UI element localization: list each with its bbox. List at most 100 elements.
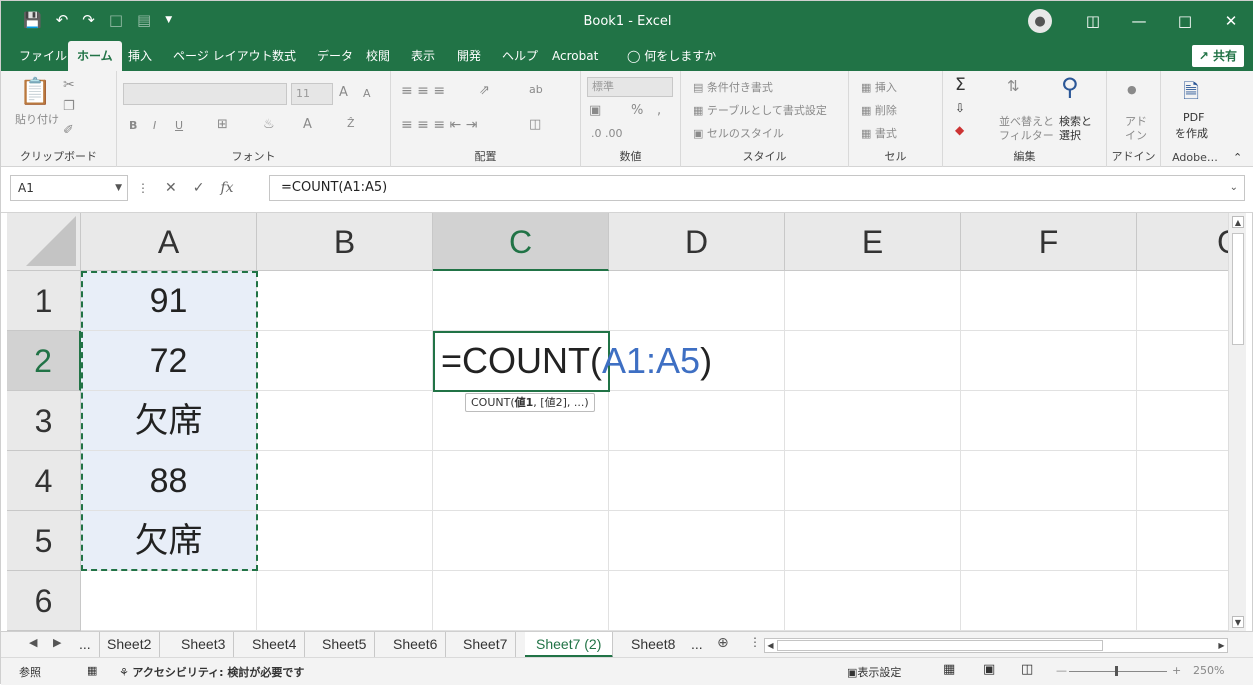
- enter-icon[interactable]: ✓: [193, 180, 205, 196]
- cell-c4[interactable]: [433, 451, 609, 511]
- phonetic-icon[interactable]: Ẑ: [347, 117, 355, 130]
- cell-f1[interactable]: [961, 271, 1137, 331]
- cell-e6[interactable]: [785, 571, 961, 631]
- cell-g6[interactable]: [1137, 571, 1228, 631]
- tab-help[interactable]: ヘルプ: [498, 41, 542, 71]
- zoom-level[interactable]: 250%: [1193, 664, 1224, 677]
- tab-developer[interactable]: 開発: [453, 41, 485, 71]
- cell-e3[interactable]: [785, 391, 961, 451]
- cell-b6[interactable]: [257, 571, 433, 631]
- add-sheet-icon[interactable]: ⊕: [717, 635, 729, 651]
- sheet-tab-sheet4[interactable]: Sheet4: [244, 632, 306, 658]
- row-header-6[interactable]: 6: [7, 571, 81, 631]
- horizontal-scroll-thumb[interactable]: [777, 640, 1103, 651]
- prev-sheet-icon[interactable]: ◀: [29, 636, 37, 649]
- font-name-box[interactable]: [123, 83, 287, 105]
- column-header-f[interactable]: F: [961, 213, 1137, 271]
- fill-color-icon[interactable]: ♨: [263, 117, 275, 132]
- cell-a4[interactable]: 88: [81, 451, 257, 511]
- tab-splitter-icon[interactable]: ⋮: [749, 635, 761, 649]
- font-size-box[interactable]: 11: [291, 83, 333, 105]
- collapse-ribbon-icon[interactable]: ⌃: [1233, 151, 1242, 164]
- paste-label[interactable]: 貼り付け: [15, 111, 59, 127]
- align-top-icon[interactable]: ≡ ≡ ≡: [401, 83, 445, 99]
- conditional-format-button[interactable]: ▤ 条件付き書式: [693, 79, 773, 95]
- tab-page-layout[interactable]: ページ レイアウト: [169, 41, 277, 71]
- tell-me-search[interactable]: ◯ 何をしますか: [623, 41, 720, 71]
- insert-function-icon[interactable]: fx: [220, 180, 233, 196]
- cell-f4[interactable]: [961, 451, 1137, 511]
- vertical-scrollbar[interactable]: ▲ ▼: [1228, 213, 1246, 631]
- sheet-tab-sheet7[interactable]: Sheet7: [455, 632, 517, 658]
- format-painter-icon[interactable]: ✐: [63, 123, 74, 138]
- sheet-tab-sheet5[interactable]: Sheet5: [314, 632, 376, 658]
- cell-g5[interactable]: [1137, 511, 1228, 571]
- page-break-view-icon[interactable]: ◫: [1021, 662, 1033, 677]
- wrap-text-icon[interactable]: ab: [529, 83, 543, 96]
- cell-d1[interactable]: [609, 271, 785, 331]
- scroll-left-icon[interactable]: ◀: [765, 639, 776, 652]
- sheet-tab-sheet7-2[interactable]: Sheet7 (2): [525, 632, 614, 658]
- cell-e4[interactable]: [785, 451, 961, 511]
- sheet-tab-more-left[interactable]: ...: [71, 632, 100, 658]
- zoom-slider[interactable]: [1069, 671, 1167, 672]
- cell-d6[interactable]: [609, 571, 785, 631]
- next-sheet-icon[interactable]: ▶: [53, 636, 61, 649]
- cell-f6[interactable]: [961, 571, 1137, 631]
- display-settings-button[interactable]: ▣表示設定: [847, 664, 901, 680]
- cell-d5[interactable]: [609, 511, 785, 571]
- zoom-in-icon[interactable]: +: [1172, 664, 1181, 677]
- cell-e5[interactable]: [785, 511, 961, 571]
- paste-icon[interactable]: 📋: [19, 77, 51, 107]
- create-pdf-icon[interactable]: 🗎: [1183, 77, 1199, 111]
- chevron-down-icon[interactable]: ▼: [115, 176, 122, 200]
- maximize-icon[interactable]: □: [1162, 12, 1208, 30]
- clear-icon[interactable]: ◆: [955, 123, 964, 137]
- create-pdf-label[interactable]: を作成: [1175, 125, 1208, 141]
- italic-icon[interactable]: I: [153, 119, 156, 132]
- cell-c1[interactable]: [433, 271, 609, 331]
- bold-icon[interactable]: B: [129, 119, 137, 132]
- normal-view-icon[interactable]: ▦: [943, 662, 955, 677]
- cell-f3[interactable]: [961, 391, 1137, 451]
- accessibility-button[interactable]: ⚘ アクセシビリティ: 検討が必要です: [119, 664, 304, 680]
- orientation-icon[interactable]: ⇗: [479, 83, 490, 98]
- zoom-slider-thumb[interactable]: [1115, 666, 1118, 676]
- currency-icon[interactable]: ▣: [589, 103, 601, 118]
- row-header-3[interactable]: 3: [7, 391, 81, 451]
- vertical-scroll-thumb[interactable]: [1232, 233, 1244, 345]
- percent-icon[interactable]: %: [631, 103, 643, 118]
- cell-b1[interactable]: [257, 271, 433, 331]
- row-header-5[interactable]: 5: [7, 511, 81, 571]
- comma-icon[interactable]: ,: [657, 103, 661, 118]
- font-color-icon[interactable]: A: [303, 117, 312, 132]
- select-all-button[interactable]: [7, 213, 81, 271]
- tab-review[interactable]: 校閲: [362, 41, 394, 71]
- cell-c2-editor[interactable]: =COUNT(A1:A5): [433, 331, 712, 392]
- sheet-tab-sheet8[interactable]: Sheet8: [623, 632, 683, 658]
- cell-e1[interactable]: [785, 271, 961, 331]
- close-icon[interactable]: ✕: [1208, 12, 1253, 30]
- cell-c6[interactable]: [433, 571, 609, 631]
- zoom-out-icon[interactable]: —: [1056, 664, 1067, 677]
- increase-font-icon[interactable]: A: [339, 85, 348, 100]
- cell-g1[interactable]: [1137, 271, 1228, 331]
- row-header-1[interactable]: 1: [7, 271, 81, 331]
- format-as-table-button[interactable]: ▦ テーブルとして書式設定: [693, 102, 827, 118]
- column-header-d[interactable]: D: [609, 213, 785, 271]
- ribbon-display-icon[interactable]: ◫: [1070, 12, 1116, 30]
- cell-b4[interactable]: [257, 451, 433, 511]
- sheet-tab-sheet3[interactable]: Sheet3: [173, 632, 235, 658]
- tab-file[interactable]: ファイル: [15, 41, 71, 71]
- autosum-icon[interactable]: Σ: [955, 75, 966, 95]
- cell-c5[interactable]: [433, 511, 609, 571]
- underline-icon[interactable]: U: [175, 119, 183, 132]
- scroll-right-icon[interactable]: ▶: [1216, 639, 1227, 652]
- cell-a1[interactable]: 91: [81, 271, 257, 331]
- horizontal-scrollbar[interactable]: ◀ ▶: [764, 638, 1228, 653]
- cell-a2[interactable]: 72: [81, 331, 257, 391]
- number-format-box[interactable]: 標準: [587, 77, 673, 97]
- tab-formulas[interactable]: 数式: [268, 41, 300, 71]
- cell-d3[interactable]: [609, 391, 785, 451]
- scroll-up-icon[interactable]: ▲: [1232, 216, 1244, 228]
